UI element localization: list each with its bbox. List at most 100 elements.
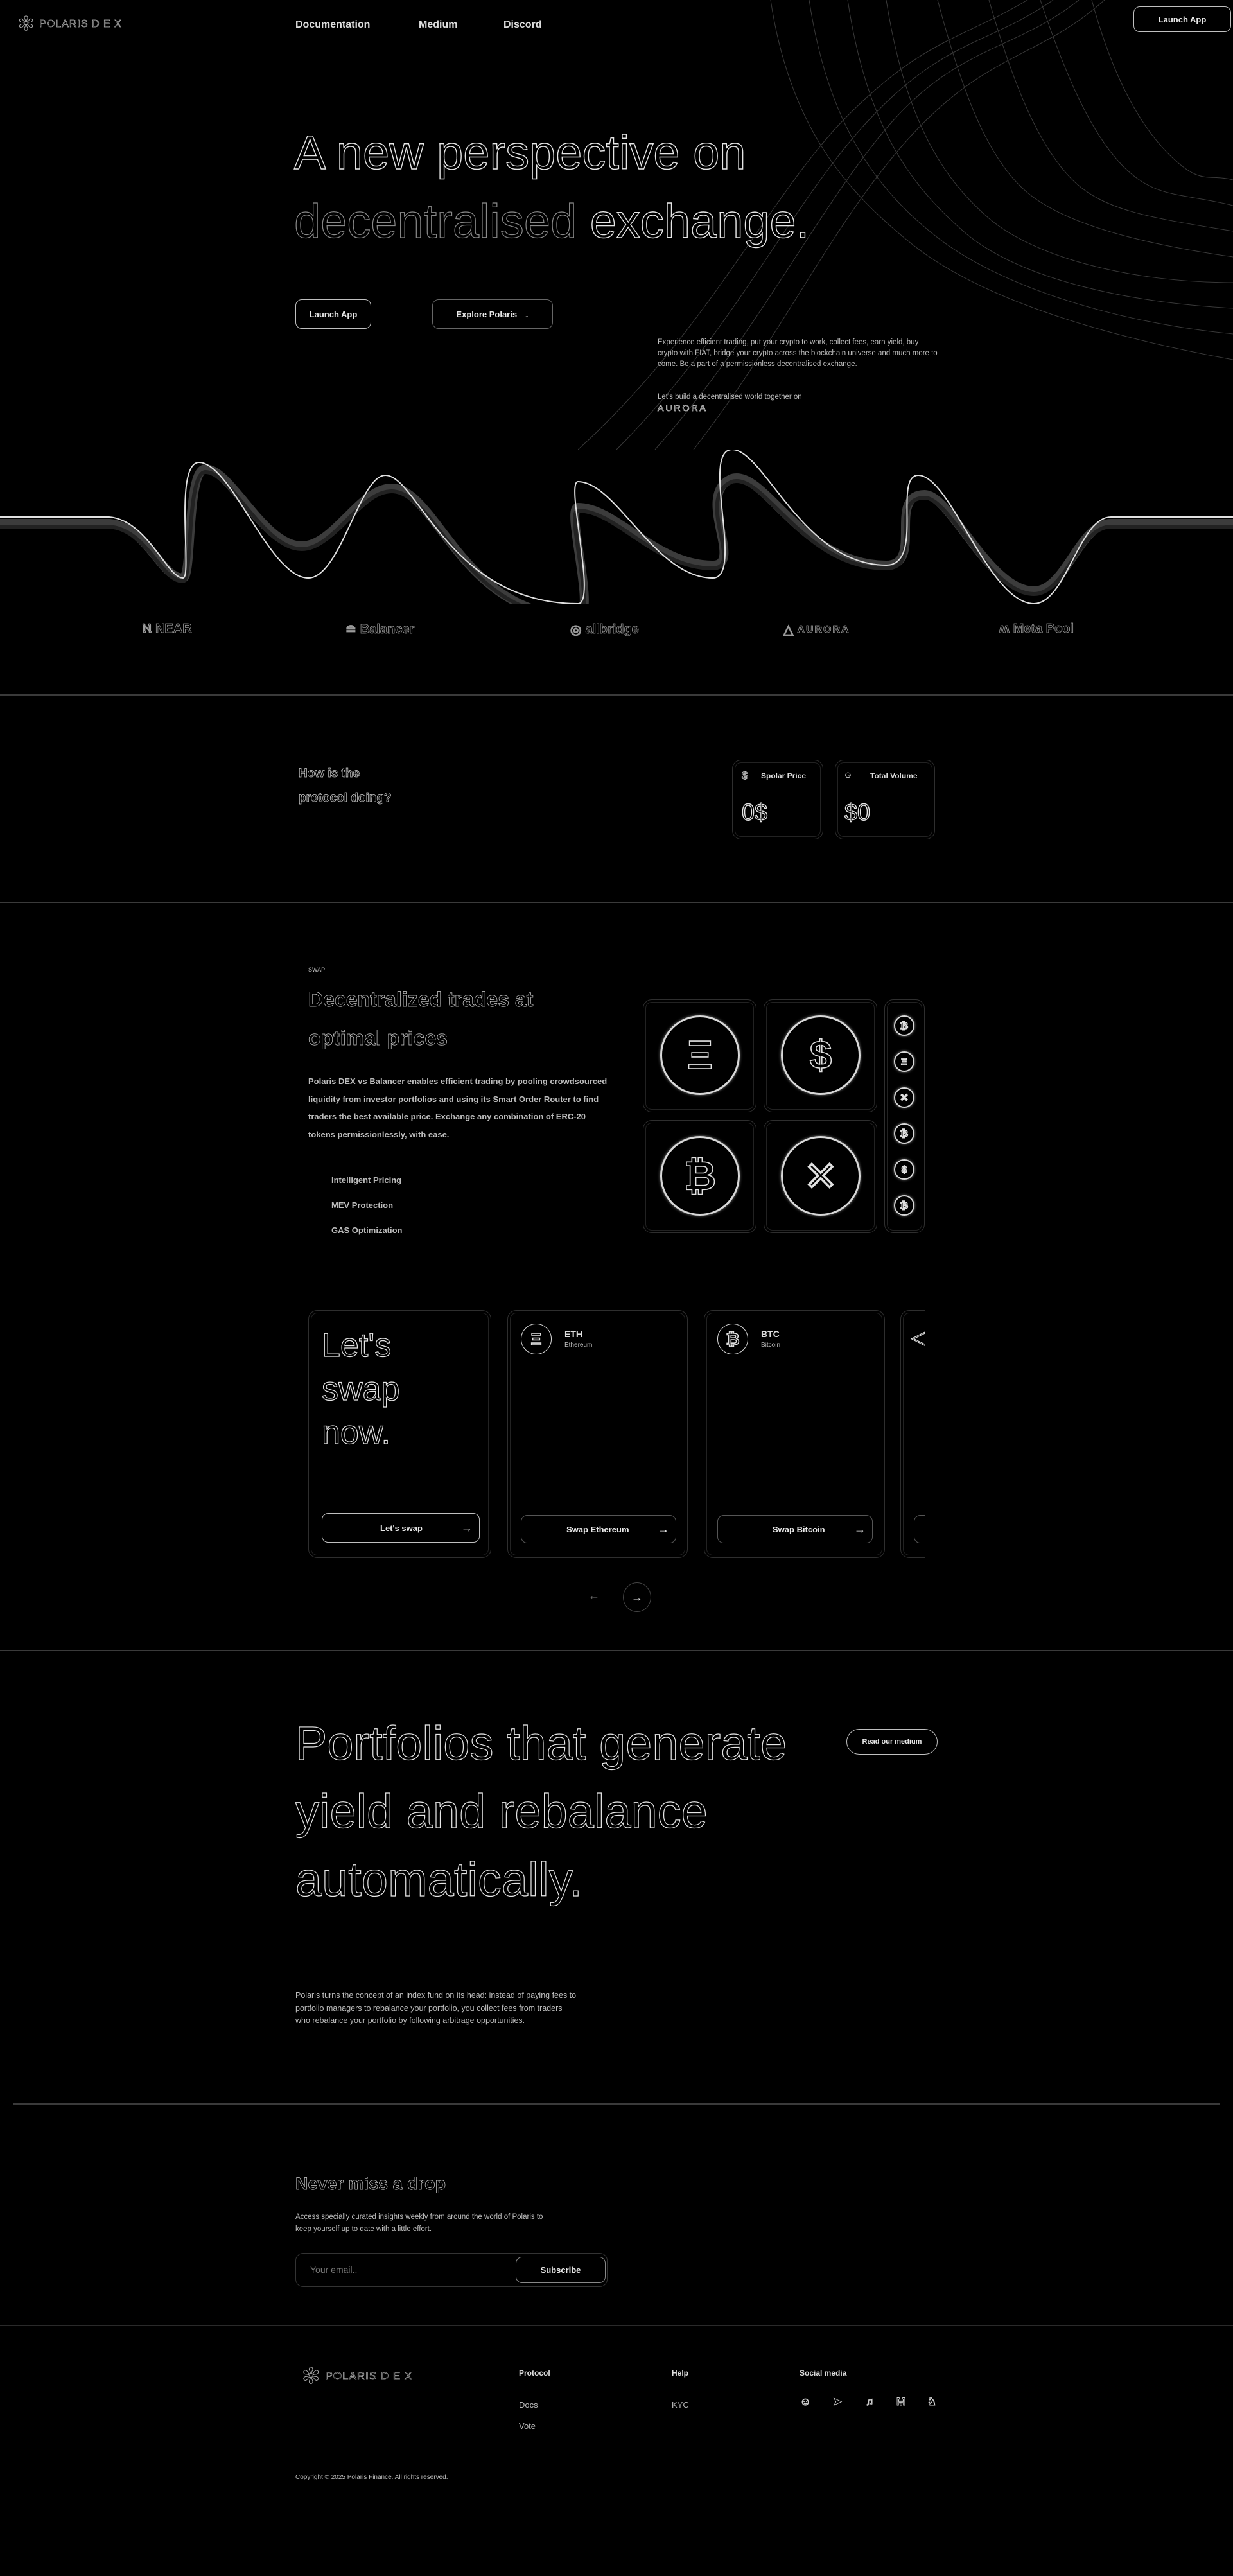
token-tile-near: ✕ bbox=[764, 1120, 877, 1233]
newsletter-heading: Never miss a drop bbox=[295, 2174, 446, 2194]
explore-polaris-button[interactable]: Explore Polaris ↓ bbox=[432, 299, 553, 329]
footer-link-kyc[interactable]: KYC bbox=[672, 2400, 689, 2410]
copyright: Copyright © 2025 Polaris Finance. All ri… bbox=[295, 2474, 448, 2481]
hero-title-line2: decentralised exchange. bbox=[293, 194, 810, 249]
volume-icon: ◔ bbox=[844, 768, 852, 782]
carousel-card-btc: ₿ BTC Bitcoin Swap Bitcoin → bbox=[704, 1310, 885, 1558]
partner-near: Ⲛ NEAR bbox=[143, 622, 192, 636]
footer-link-vote[interactable]: Vote bbox=[519, 2421, 536, 2431]
stat-card-spolar-price: $ Spolar Price 0$ bbox=[732, 760, 823, 839]
hero-title-dim-word: decentralised bbox=[293, 194, 577, 248]
polaris-logo-icon: ✻ bbox=[302, 2364, 320, 2389]
small-coin-icon: $ bbox=[894, 1159, 914, 1180]
partner-balancer: ≘ Balancer bbox=[345, 622, 415, 638]
small-coin-icon: ₿ bbox=[894, 1123, 914, 1144]
swap-ethereum-label: Swap Ethereum bbox=[566, 1524, 629, 1534]
bitcoin-coin-icon: ₿ bbox=[660, 1136, 740, 1216]
nav-discord[interactable]: Discord bbox=[503, 19, 542, 31]
token-name: Bitcoin bbox=[761, 1342, 781, 1349]
allbridge-logo-icon: ◎ bbox=[570, 623, 582, 638]
ethereum-coin-icon: Ξ bbox=[660, 1015, 740, 1095]
partner-aurora-label: AURORA bbox=[797, 624, 850, 635]
telegram-icon[interactable]: ➤ bbox=[830, 2396, 844, 2410]
footer-logo[interactable]: ✻ POLARIS D E X bbox=[302, 2363, 412, 2389]
token-name: Ethereum bbox=[564, 1342, 593, 1349]
section-divider bbox=[0, 902, 1233, 903]
token-tile-usd: $ bbox=[764, 999, 877, 1112]
token-tile-ethereum: Ξ bbox=[643, 999, 756, 1112]
token-tile-bitcoin: ₿ bbox=[643, 1120, 756, 1233]
email-input[interactable] bbox=[310, 2262, 490, 2277]
stat-value: $0 bbox=[844, 798, 871, 825]
newsletter-form: Subscribe bbox=[295, 2253, 608, 2287]
nav-logo[interactable]: ✻ POLARIS D E X bbox=[17, 13, 122, 35]
small-coin-icon: ₿ bbox=[894, 1195, 914, 1216]
brand-name: POLARIS D E X bbox=[39, 18, 122, 30]
carousel-next-button[interactable]: → bbox=[623, 1582, 651, 1612]
small-coin-icon: ₿ bbox=[894, 1015, 914, 1036]
section-divider bbox=[13, 2103, 1220, 2105]
near-coin-icon: ✕ bbox=[781, 1136, 861, 1216]
stat-card-total-volume: ◔ Total Volume $0 bbox=[835, 760, 935, 839]
swap-token-button[interactable] bbox=[914, 1515, 925, 1543]
swap-bitcoin-button[interactable]: Swap Bitcoin → bbox=[717, 1515, 873, 1543]
portfolios-heading-line1: Portfolios that generate bbox=[295, 1716, 787, 1770]
metapool-logo-icon: ʍ bbox=[999, 622, 1010, 636]
partner-near-label: NEAR bbox=[155, 622, 192, 636]
polaris-logo-icon: ✻ bbox=[17, 13, 35, 35]
partner-allbridge-label: allbridge bbox=[585, 622, 639, 637]
twitter-icon[interactable]: ♫ bbox=[862, 2396, 877, 2410]
carousel-intro-card: Let's swap now. Let's swap → bbox=[308, 1310, 491, 1558]
nav-launch-app-button[interactable]: Launch App bbox=[1133, 6, 1231, 32]
footer-link-docs[interactable]: Docs bbox=[519, 2400, 538, 2410]
token-symbol: BTC bbox=[761, 1329, 780, 1339]
small-coin-icon: Ξ bbox=[894, 1051, 914, 1072]
arrow-right-icon: → bbox=[631, 1590, 643, 1604]
footer-protocol-heading: Protocol bbox=[519, 2369, 550, 2378]
hero-title-line1: A new perspective on bbox=[293, 125, 746, 179]
swap-carousel: Let's swap now. Let's swap → Ξ ETH Ether… bbox=[307, 1310, 925, 1558]
token-symbol: ETH bbox=[564, 1329, 582, 1339]
read-our-medium-button[interactable]: Read our medium bbox=[846, 1729, 938, 1755]
carousel-prev-button[interactable]: ← bbox=[588, 1589, 600, 1602]
partner-allbridge: ◎ allbridge bbox=[570, 622, 640, 638]
section-divider bbox=[0, 694, 1233, 696]
discord-icon[interactable]: ☺ bbox=[798, 2396, 812, 2410]
small-coin-icon: ✕ bbox=[894, 1087, 914, 1108]
github-icon[interactable]: ♞ bbox=[925, 2396, 939, 2410]
swap-bitcoin-label: Swap Bitcoin bbox=[773, 1524, 825, 1534]
medium-icon[interactable]: M bbox=[894, 2396, 908, 2410]
partner-balancer-label: Balancer bbox=[360, 622, 415, 637]
arrow-down-icon: ↓ bbox=[525, 309, 529, 319]
swap-eyebrow: SWAP bbox=[308, 967, 326, 973]
aurora-logo: AURORA bbox=[658, 403, 708, 414]
hero-launch-app-button[interactable]: Launch App bbox=[295, 299, 371, 329]
carousel-card-eth: Ξ ETH Ethereum Swap Ethereum → bbox=[507, 1310, 688, 1558]
arrow-right-icon: → bbox=[854, 1522, 866, 1536]
stats-question: How is the protocol doing? bbox=[299, 767, 392, 805]
newsletter-description: Access specially curated insights weekly… bbox=[295, 2213, 543, 2233]
nav-medium[interactable]: Medium bbox=[419, 19, 457, 31]
footer-brand: POLARIS D E X bbox=[325, 2370, 413, 2383]
carousel-card-partial: ◁ bbox=[900, 1310, 925, 1558]
footer-social-heading: Social media bbox=[800, 2369, 847, 2378]
feature-gas-optimization: GAS Optimization bbox=[331, 1225, 403, 1235]
subscribe-button[interactable]: Subscribe bbox=[516, 2257, 606, 2283]
lets-swap-label: Let's swap bbox=[380, 1523, 423, 1533]
swap-ethereum-button[interactable]: Swap Ethereum → bbox=[521, 1515, 676, 1543]
lets-swap-button[interactable]: Let's swap → bbox=[322, 1513, 480, 1543]
token-column-small: ₿ Ξ ✕ ₿ $ ₿ bbox=[884, 999, 925, 1233]
aurora-logo-icon: △ bbox=[783, 623, 794, 638]
portfolios-heading-line3: automatically. bbox=[295, 1852, 582, 1906]
section-divider bbox=[0, 1650, 1233, 1651]
near-logo-icon: Ⲛ bbox=[143, 622, 152, 636]
wave-graphic bbox=[0, 450, 1233, 604]
hero-description: Experience efficient trading, put your c… bbox=[658, 338, 938, 368]
nav-documentation[interactable]: Documentation bbox=[295, 19, 370, 31]
partner-aurora: △ AURORA bbox=[783, 622, 850, 638]
section-divider bbox=[0, 2325, 1233, 2326]
bitcoin-icon: ₿ bbox=[717, 1324, 748, 1354]
footer-help-heading: Help bbox=[672, 2369, 689, 2378]
balancer-logo-icon: ≘ bbox=[345, 623, 357, 638]
portfolios-heading-line2: yield and rebalance bbox=[295, 1784, 708, 1838]
